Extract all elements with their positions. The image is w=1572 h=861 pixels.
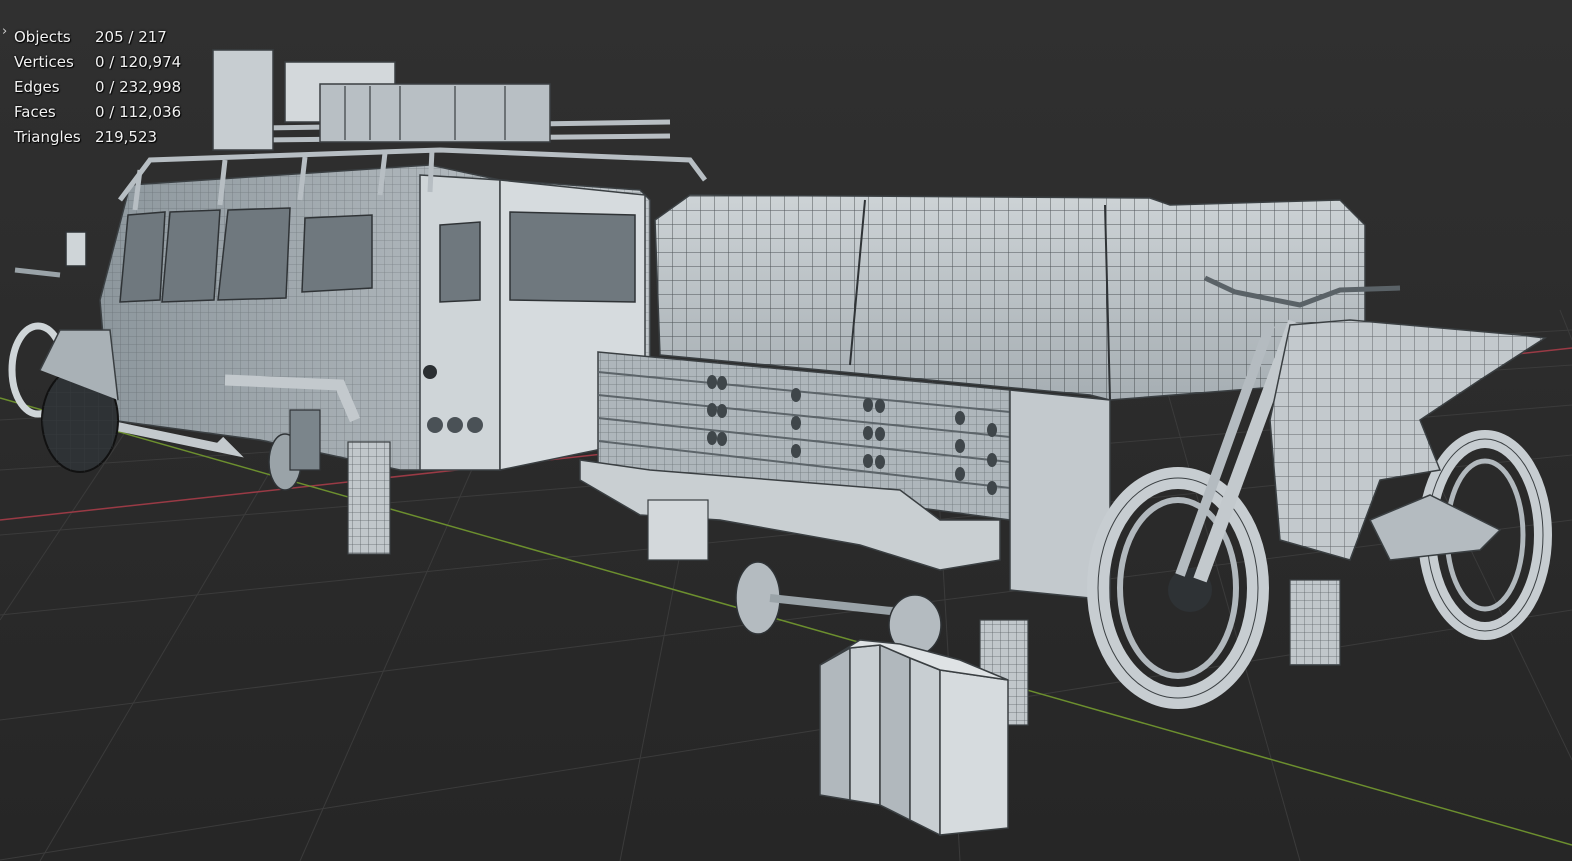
stat-row-vertices: Vertices 0 / 120,974 xyxy=(14,50,181,75)
stat-value: 0 / 232,998 xyxy=(95,78,182,96)
stat-label: Edges xyxy=(14,78,60,96)
stat-row-edges: Edges 0 / 232,998 xyxy=(14,75,181,100)
stat-row-triangles: Triangles 219,523 xyxy=(14,125,181,150)
scene-statistics-overlay: Objects 205 / 217 Vertices 0 / 120,974 E… xyxy=(14,25,181,150)
scene-render xyxy=(0,49,1572,861)
stat-label: Objects xyxy=(14,28,71,46)
stat-value: 0 / 112,036 xyxy=(95,103,182,121)
stat-row-objects: Objects 205 / 217 xyxy=(14,25,181,50)
stat-value: 0 / 120,974 xyxy=(95,53,182,71)
stat-label: Vertices xyxy=(14,53,74,71)
chevron-right-icon[interactable]: › xyxy=(2,24,12,39)
stat-label: Triangles xyxy=(14,128,81,146)
stat-value: 219,523 xyxy=(95,128,158,146)
stat-row-faces: Faces 0 / 112,036 xyxy=(14,100,181,125)
stat-label: Faces xyxy=(14,103,56,121)
stat-value: 205 / 217 xyxy=(95,28,167,46)
3d-viewport[interactable]: › Objects 205 / 217 Vertices 0 / 120,974… xyxy=(0,0,1572,861)
